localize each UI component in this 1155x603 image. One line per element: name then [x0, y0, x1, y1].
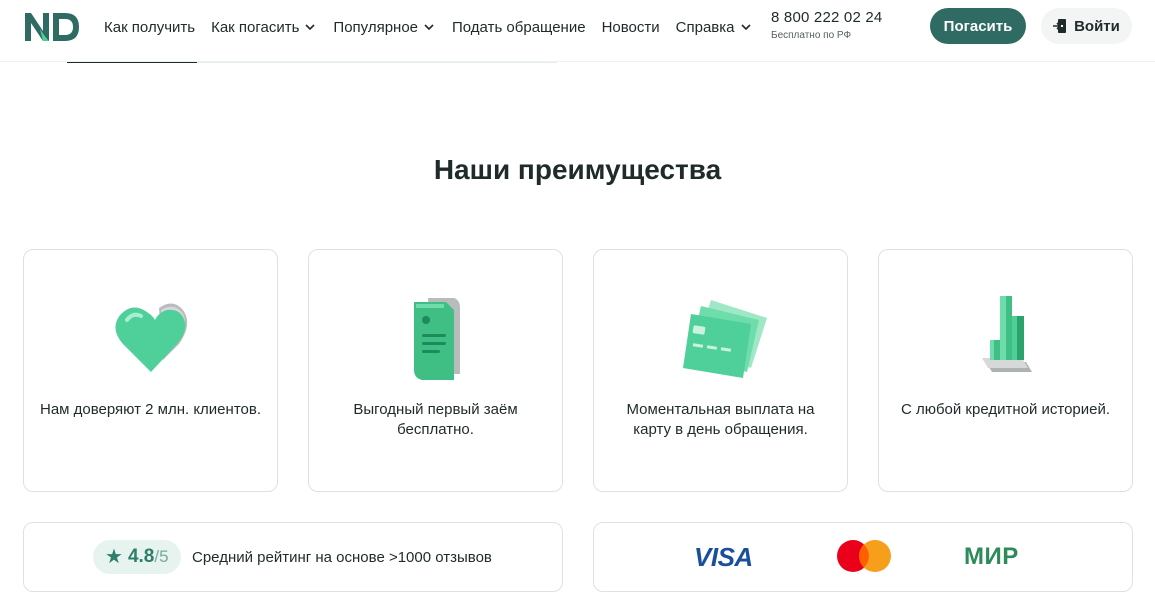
heart-icon	[114, 303, 187, 372]
rating-text: Средний рейтинг на основе >1000 отзывов	[192, 549, 492, 566]
advantage-text: Выгодный первый заём бесплатно.	[353, 401, 518, 438]
payment-systems-card: VISA МИР	[593, 522, 1133, 592]
nav-label: Справка	[675, 18, 735, 36]
login-button[interactable]: Войти	[1041, 8, 1132, 44]
advantage-card: Моментальная выплата на карту в день обр…	[593, 249, 848, 492]
chart-icon	[981, 296, 1032, 372]
nav-how-to-repay[interactable]: Как погасить	[211, 19, 317, 36]
nav-news[interactable]: Новости	[602, 19, 660, 36]
visa-logo: VISA	[694, 542, 753, 572]
chevron-down-icon	[740, 24, 751, 31]
chevron-down-icon	[424, 24, 434, 31]
nav-help[interactable]: Справка	[676, 19, 753, 36]
nav-label: Подать обращение	[452, 18, 586, 36]
rating-value: 4.8	[127, 546, 155, 567]
chevron-down-icon	[305, 24, 315, 31]
main-nav: Как получить Как погасить Популярное Под…	[104, 17, 769, 37]
site-header: Как получить Как погасить Популярное Под…	[0, 0, 1155, 62]
nav-label: Как получить	[104, 18, 196, 36]
advantage-card: Нам доверяют 2 млн. клиентов.	[23, 249, 278, 492]
nav-label: Как погасить	[211, 18, 300, 36]
divider	[67, 62, 197, 63]
mastercard-logo	[837, 540, 891, 572]
advantage-card: Выгодный первый заём бесплатно.	[308, 249, 563, 492]
rating-badge: ★ 4.8 /5	[93, 540, 181, 574]
nav-submit-request[interactable]: Подать обращение	[452, 19, 586, 36]
section-title: Наши преимущества	[433, 154, 722, 185]
advantage-text: Моментальная выплата на карту в день обр…	[626, 401, 815, 438]
rating-card: ★ 4.8 /5 Средний рейтинг на основе >1000…	[23, 522, 563, 592]
pay-button[interactable]: Погасить	[930, 8, 1026, 44]
logo-icon[interactable]	[23, 11, 81, 43]
phone-number[interactable]: 8 800 222 02 24	[771, 9, 882, 26]
nav-label: Новости	[601, 18, 660, 36]
document-icon	[413, 298, 460, 380]
phone-note: Бесплатно по РФ	[771, 30, 852, 41]
login-icon	[1053, 19, 1067, 33]
rating-max: /5	[154, 547, 169, 566]
star-icon: ★	[105, 546, 123, 568]
advantage-card: С любой кредитной историей.	[878, 249, 1133, 492]
divider	[197, 62, 557, 63]
advantage-text: С любой кредитной историей.	[900, 401, 1111, 418]
cards-icon	[682, 300, 767, 378]
login-label: Войти	[1074, 17, 1120, 35]
phone-block[interactable]: 8 800 222 02 24 Бесплатно по РФ	[771, 9, 882, 41]
mir-logo: МИР	[964, 543, 1019, 571]
nav-popular[interactable]: Популярное	[333, 19, 436, 36]
advantage-text: Нам доверяют 2 млн. клиентов.	[39, 401, 261, 418]
mir-text: МИР	[964, 543, 1019, 570]
nav-how-to-get[interactable]: Как получить	[104, 19, 195, 36]
nav-label: Популярное	[333, 18, 419, 36]
